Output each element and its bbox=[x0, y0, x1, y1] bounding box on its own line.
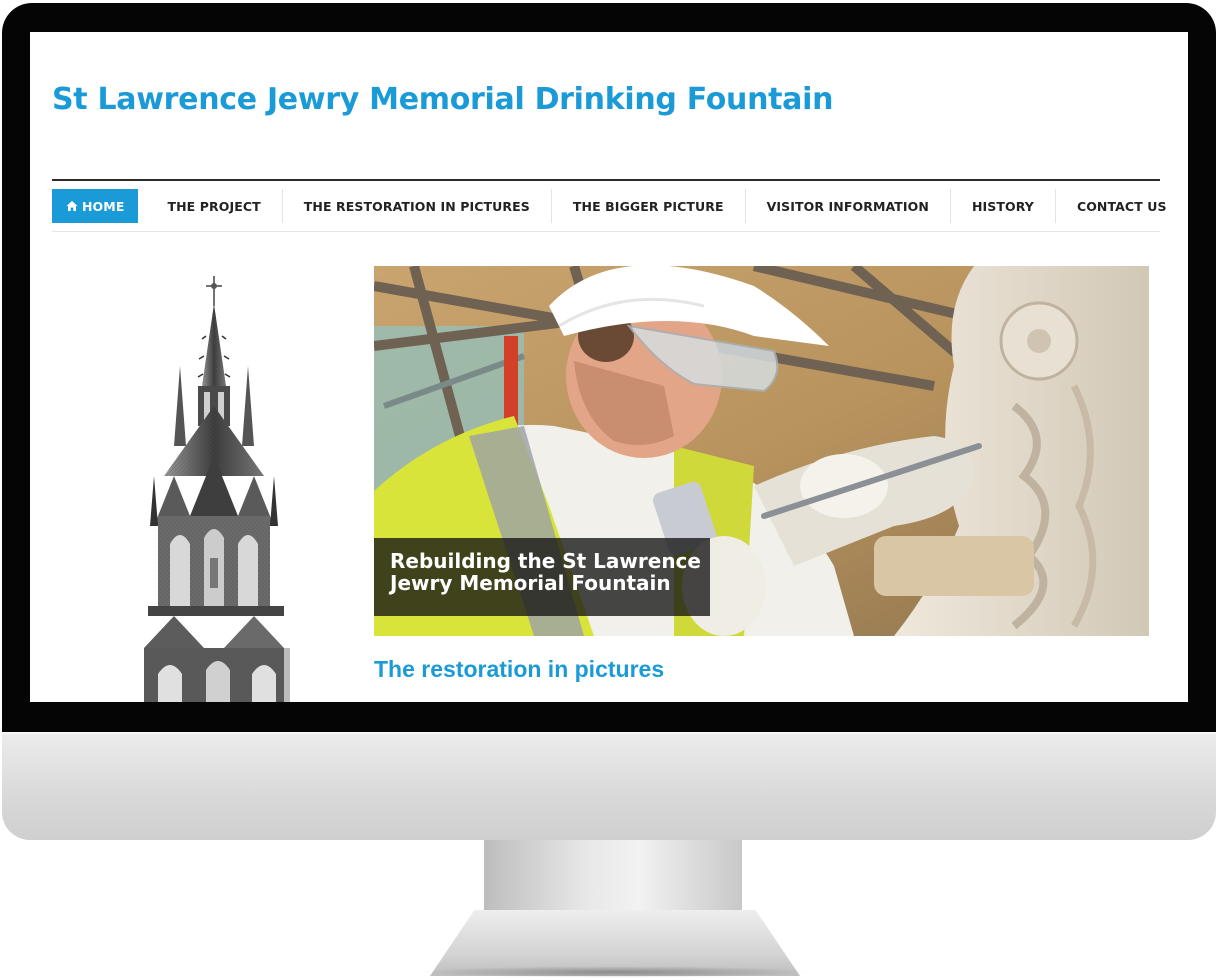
nav-item-label: HISTORY bbox=[971, 198, 1034, 214]
nav-item-label: VISITOR INFORMATION bbox=[766, 198, 929, 214]
nav-item-history[interactable]: HISTORY bbox=[951, 189, 1056, 223]
nav-item-label: THE PROJECT bbox=[167, 198, 261, 214]
hero-caption-line2: Jewry Memorial Fountain bbox=[390, 571, 671, 595]
nav-item-restoration-in-pictures[interactable]: THE RESTORATION IN PICTURES bbox=[283, 189, 552, 223]
hero-caption[interactable]: Rebuilding the St Lawrence Jewry Memoria… bbox=[374, 538, 710, 616]
site-title[interactable]: St Lawrence Jewry Memorial Drinking Foun… bbox=[52, 82, 833, 117]
monitor-shadow bbox=[420, 966, 812, 978]
nav-item-label: THE BIGGER PICTURE bbox=[572, 198, 724, 214]
hero-caption-line1: Rebuilding the St Lawrence bbox=[390, 549, 701, 573]
monitor-stand-neck bbox=[484, 840, 742, 920]
nav-item-the-project[interactable]: THE PROJECT bbox=[146, 189, 283, 223]
fountain-illustration bbox=[144, 276, 354, 702]
nav-item-label: THE RESTORATION IN PICTURES bbox=[303, 198, 530, 214]
home-icon bbox=[66, 201, 78, 211]
section-heading[interactable]: The restoration in pictures bbox=[374, 656, 664, 683]
nav-item-home[interactable]: HOME bbox=[52, 189, 139, 223]
main-navigation: HOME THE PROJECT THE RESTORATION IN PICT… bbox=[52, 179, 1188, 232]
nav-item-bigger-picture[interactable]: THE BIGGER PICTURE bbox=[552, 189, 746, 223]
browser-screen: St Lawrence Jewry Memorial Drinking Foun… bbox=[30, 32, 1188, 702]
nav-item-label: HOME bbox=[82, 198, 125, 214]
monitor-chin bbox=[2, 732, 1216, 840]
hero-slider[interactable]: Rebuilding the St Lawrence Jewry Memoria… bbox=[374, 266, 1149, 636]
nav-item-label: CONTACT US bbox=[1076, 198, 1167, 214]
nav-item-visitor-information[interactable]: VISITOR INFORMATION bbox=[746, 189, 951, 223]
nav-item-contact-us[interactable]: CONTACT US bbox=[1056, 189, 1188, 223]
